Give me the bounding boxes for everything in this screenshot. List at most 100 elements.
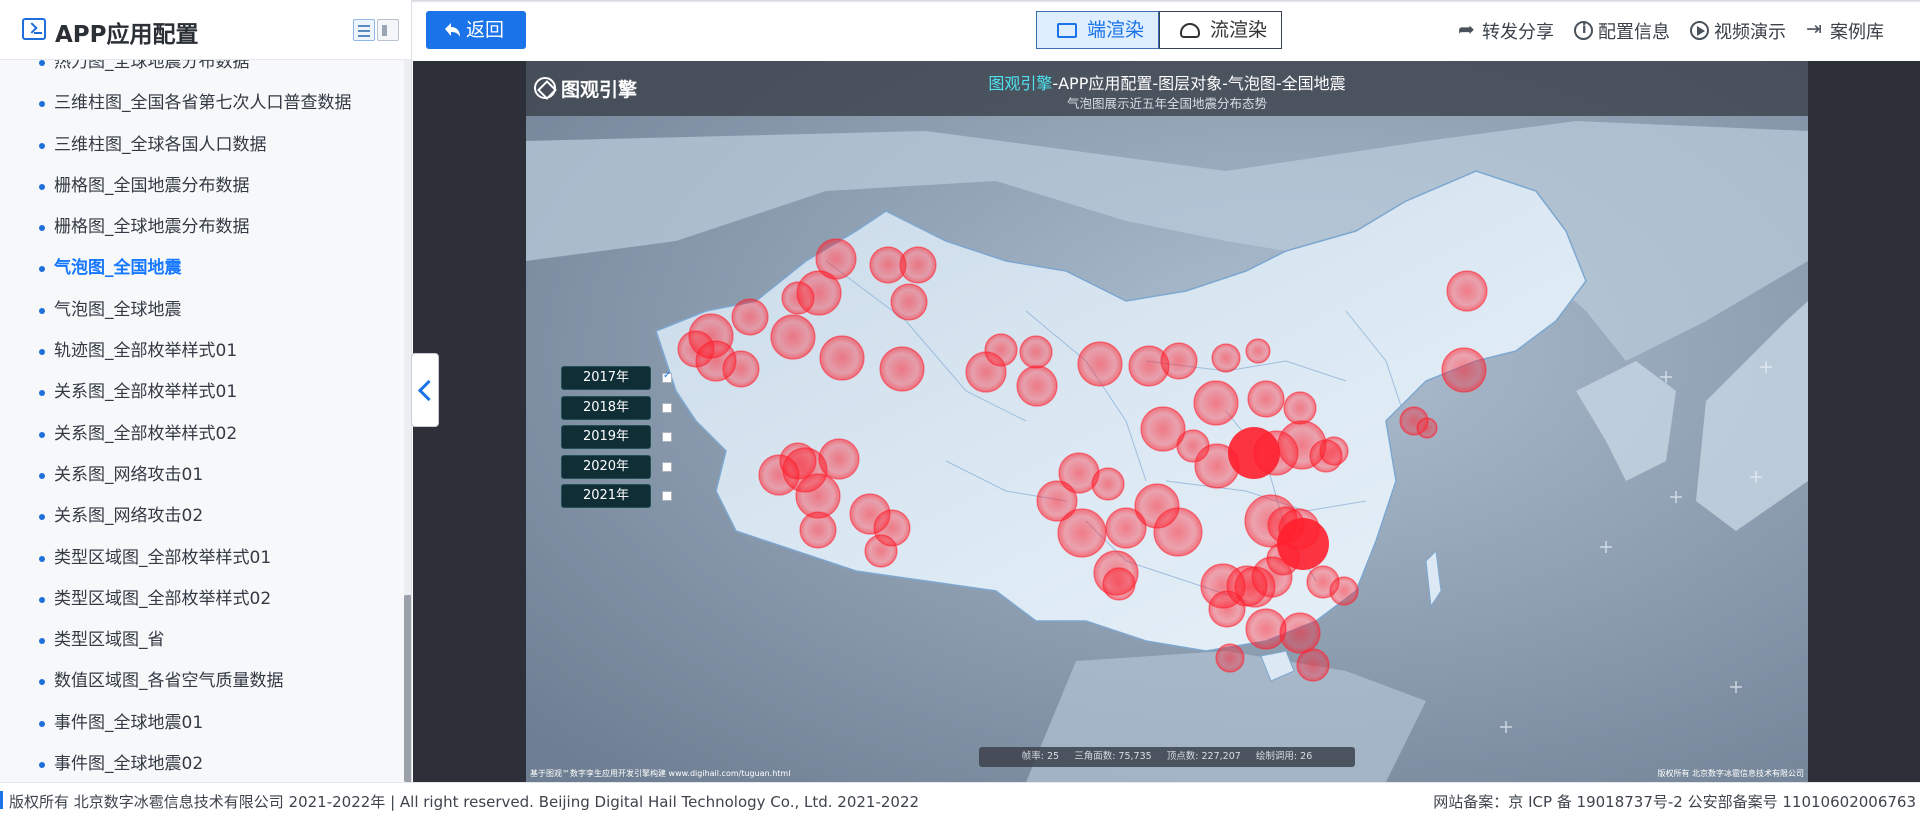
year-pill[interactable]: 2018年	[561, 395, 651, 420]
earthquake-bubble[interactable]	[890, 283, 928, 321]
sidebar-item[interactable]: 气泡图_全球地震	[0, 290, 404, 331]
earthquake-bubble[interactable]	[795, 473, 841, 519]
earthquake-bubble[interactable]	[1077, 341, 1123, 387]
year-checkbox[interactable]	[662, 461, 672, 472]
case-library-link[interactable]: 案例库	[1806, 18, 1884, 44]
year-pill[interactable]: 2020年	[561, 454, 651, 479]
title-rest: -APP应用配置-图层对象-气泡图-全国地震	[1052, 74, 1346, 93]
earthquake-bubble[interactable]	[1228, 427, 1280, 479]
vertices-value: 227,207	[1201, 751, 1241, 762]
sidebar-item[interactable]: 类型区域图_全部枚举样式02	[0, 579, 404, 620]
collapse-sidebar-button[interactable]	[411, 353, 439, 427]
sidebar-item[interactable]: 关系图_网络攻击01	[0, 455, 404, 496]
earthquake-bubble[interactable]	[879, 346, 925, 392]
map-viewport[interactable]: 图观引擎 图观引擎-APP应用配置-图层对象-气泡图-全国地震 气泡图展示近五年…	[526, 61, 1808, 782]
library-icon	[1806, 18, 1825, 40]
earthquake-bubble[interactable]	[1160, 342, 1198, 380]
earthquake-bubble[interactable]	[1296, 648, 1330, 682]
year-pill[interactable]: 2019年	[561, 425, 651, 449]
video-demo-link[interactable]: 视频演示	[1690, 18, 1786, 44]
sidebar-item[interactable]: 关系图_全部枚举样式02	[0, 414, 404, 455]
sidebar-item[interactable]: 栅格图_全球地震分布数据	[0, 207, 404, 248]
sidebar-item[interactable]: 类型区域图_省	[0, 620, 404, 661]
map-canvas[interactable]	[526, 61, 1808, 782]
earthquake-bubble[interactable]	[1019, 335, 1053, 369]
earthquake-bubble[interactable]	[1279, 612, 1321, 654]
earthquake-bubble[interactable]	[1091, 467, 1125, 501]
earthquake-bubble[interactable]	[758, 454, 800, 496]
sidebar: APP应用配置 热力图_全球地震分布数据 三维柱图_全国各省第七次人口普查数据 三维…	[0, 0, 412, 782]
earthquake-bubble[interactable]	[1153, 507, 1203, 557]
earthquake-bubble[interactable]	[1016, 365, 1058, 407]
earthquake-bubble[interactable]	[1211, 343, 1241, 373]
earthquake-bubble[interactable]	[1105, 507, 1147, 549]
year-pill[interactable]: 2017年	[561, 366, 651, 390]
earthquake-bubble[interactable]	[1283, 391, 1317, 425]
earthquake-bubble[interactable]	[819, 335, 865, 381]
triangles-label: 三角面数:	[1074, 751, 1116, 762]
stream-render-label: 流渲染	[1210, 19, 1268, 41]
earthquake-bubble[interactable]	[1329, 576, 1359, 606]
config-info-link[interactable]: 配置信息	[1574, 18, 1670, 44]
earthquake-bubble[interactable]	[1102, 567, 1136, 601]
year-pill[interactable]: 2021年	[561, 484, 651, 508]
page-footer: 版权所有 北京数字冰雹信息技术有限公司 2021-2022年 | All rig…	[0, 782, 1920, 824]
drawcalls-label: 绘制调用:	[1255, 751, 1298, 762]
earthquake-bubble[interactable]	[1234, 566, 1276, 608]
earthquake-bubble[interactable]	[781, 281, 815, 315]
share-label: 转发分享	[1482, 22, 1554, 43]
earthquake-bubble[interactable]	[1441, 347, 1487, 393]
sidebar-header: APP应用配置	[0, 0, 411, 60]
sidebar-item[interactable]: 事件图_全球地震01	[0, 703, 404, 744]
earthquake-bubble[interactable]	[731, 298, 769, 336]
year-checkbox[interactable]	[662, 432, 672, 442]
sidebar-item[interactable]: 事件图_全球地震02	[0, 744, 404, 782]
config-info-label: 配置信息	[1598, 22, 1670, 43]
share-link[interactable]: 转发分享	[1458, 17, 1554, 44]
earthquake-bubble[interactable]	[770, 314, 816, 360]
sidebar-item[interactable]: 栅格图_全国地震分布数据	[0, 166, 404, 207]
year-checkbox[interactable]	[662, 370, 672, 383]
earthquake-bubble[interactable]	[1193, 380, 1239, 426]
earthquake-bubble[interactable]	[1247, 380, 1285, 418]
stream-render-button[interactable]: 流渲染	[1159, 11, 1283, 49]
earthquake-bubble[interactable]	[1416, 417, 1438, 439]
viewport-title: 图观引擎-APP应用配置-图层对象-气泡图-全国地震	[526, 70, 1808, 94]
cloud-icon	[1180, 23, 1201, 38]
earthquake-bubble[interactable]	[1215, 643, 1245, 673]
sidebar-item[interactable]: 数值区域图_各省空气质量数据	[0, 661, 404, 702]
sidebar-scrollbar-thumb[interactable]	[404, 595, 411, 782]
monitor-icon	[1057, 23, 1077, 38]
grid-view-icon[interactable]	[377, 19, 399, 41]
earthquake-bubble[interactable]	[1319, 436, 1349, 466]
triangles-value: 75,735	[1118, 751, 1152, 762]
back-button[interactable]: 返回	[426, 11, 526, 49]
sidebar-item[interactable]: 三维柱图_全国各省第七次人口普查数据	[0, 83, 404, 124]
earthquake-bubble[interactable]	[899, 246, 937, 284]
year-checkbox[interactable]	[662, 402, 672, 413]
sidebar-item[interactable]: 关系图_全部枚举样式01	[0, 372, 404, 413]
sidebar-item[interactable]: 轨迹图_全部枚举样式01	[0, 331, 404, 372]
sidebar-item[interactable]: 关系图_网络攻击02	[0, 496, 404, 537]
earthquake-bubble[interactable]	[799, 511, 837, 549]
client-render-button[interactable]: 端渲染	[1036, 11, 1160, 49]
earthquake-bubble[interactable]	[984, 333, 1018, 367]
sidebar-item[interactable]: 气泡图_全国地震	[0, 248, 404, 289]
earthquake-bubble[interactable]	[1277, 518, 1329, 570]
sidebar-title: APP应用配置	[55, 22, 199, 48]
earthquake-bubble[interactable]	[1446, 270, 1488, 312]
earthquake-bubble[interactable]	[1057, 508, 1107, 558]
list-view-icon[interactable]	[353, 19, 375, 41]
sidebar-list: 热力图_全球地震分布数据 三维柱图_全国各省第七次人口普查数据 三维柱图_全球各国人…	[0, 60, 404, 782]
earthquake-bubble[interactable]	[864, 534, 898, 568]
sidebar-item[interactable]: 类型区域图_全部枚举样式01	[0, 538, 404, 579]
earthquake-bubble[interactable]	[818, 438, 860, 480]
earthquake-bubble[interactable]	[1245, 338, 1271, 364]
sidebar-item[interactable]: 热力图_全球地震分布数据	[0, 60, 404, 83]
earthquake-bubble[interactable]	[722, 350, 760, 388]
engine-footer-text: 基于图观™数字孪生应用开发引擎构建 www.digihail.com/tugua…	[530, 769, 791, 778]
year-checkbox[interactable]	[662, 491, 672, 501]
sidebar-item[interactable]: 三维柱图_全球各国人口数据	[0, 125, 404, 166]
fps-label: 帧率:	[1021, 751, 1044, 762]
drawcalls-value: 26	[1300, 751, 1313, 762]
